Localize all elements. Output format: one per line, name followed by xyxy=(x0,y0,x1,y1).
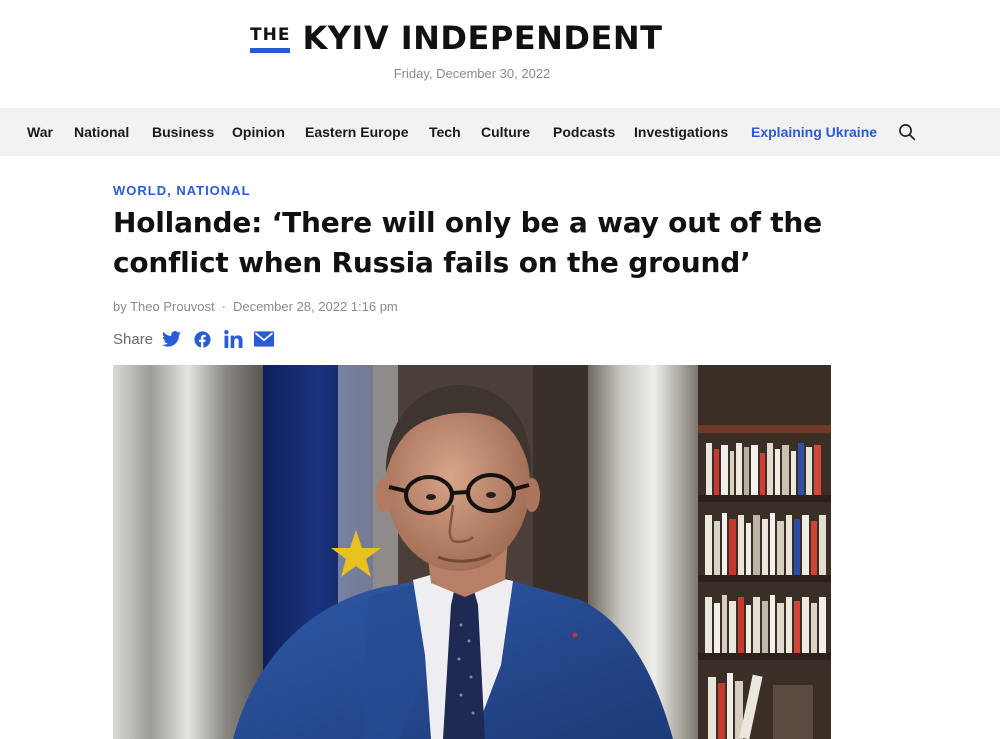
article-lead-image xyxy=(113,365,831,739)
article-category[interactable]: WORLD, NATIONAL xyxy=(113,183,251,198)
current-date: Friday, December 30, 2022 xyxy=(393,66,551,81)
main-nav: War National Business Opinion Eastern Eu… xyxy=(0,108,1000,156)
facebook-icon xyxy=(193,330,211,348)
site-logo[interactable]: THE KYIV INDEPENDENT xyxy=(250,16,662,56)
share-email-button[interactable] xyxy=(254,329,275,349)
twitter-icon xyxy=(161,331,181,347)
author-link[interactable]: by Theo Prouvost xyxy=(113,299,215,314)
logo-the: THE xyxy=(250,27,291,56)
nav-item-podcasts[interactable]: Podcasts xyxy=(553,124,615,141)
nav-item-business[interactable]: Business xyxy=(152,124,214,141)
nav-item-national[interactable]: National xyxy=(74,124,129,141)
share-facebook-button[interactable] xyxy=(192,329,212,349)
nav-item-culture[interactable]: Culture xyxy=(481,124,530,141)
byline: by Theo Prouvost · December 28, 2022 1:16 … xyxy=(113,299,398,314)
share-twitter-button[interactable] xyxy=(161,329,181,349)
nav-item-tech[interactable]: Tech xyxy=(429,124,461,141)
masthead: THE KYIV INDEPENDENT Friday, December 30… xyxy=(0,0,1000,108)
publish-date: December 28, 2022 1:16 pm xyxy=(233,299,398,314)
search-button[interactable] xyxy=(898,123,916,141)
share-label: Share xyxy=(113,330,154,348)
email-icon xyxy=(254,331,275,347)
article-headline: Hollande: ‘There will only be a way out … xyxy=(113,206,822,279)
nav-item-explaining-ukraine[interactable]: Explaining Ukraine xyxy=(751,124,877,141)
search-icon xyxy=(899,124,916,141)
nav-item-war[interactable]: War xyxy=(27,124,53,141)
share-bar: Share xyxy=(113,329,285,349)
nav-item-investigations[interactable]: Investigations xyxy=(634,124,728,141)
share-linkedin-button[interactable] xyxy=(223,329,243,349)
logo-wordmark: KYIV INDEPENDENT xyxy=(302,19,663,57)
nav-item-eastern-europe[interactable]: Eastern Europe xyxy=(305,124,408,141)
byline-separator: · xyxy=(221,299,226,314)
nav-item-opinion[interactable]: Opinion xyxy=(232,124,285,141)
linkedin-icon xyxy=(223,330,243,348)
